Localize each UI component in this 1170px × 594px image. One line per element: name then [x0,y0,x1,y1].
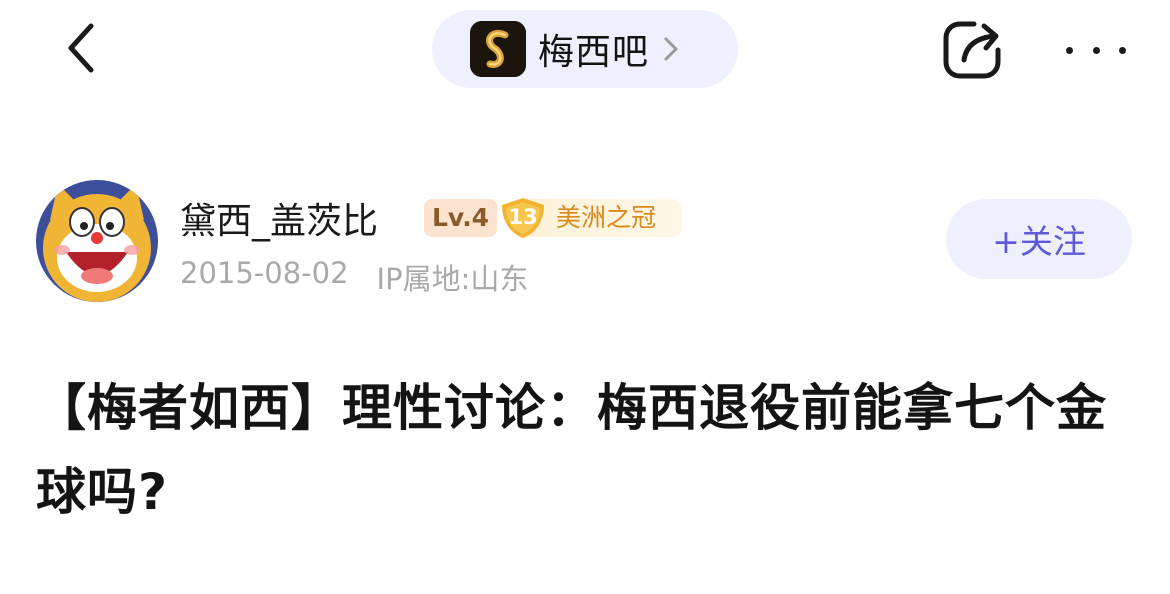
post-date: 2015-08-02 [180,256,349,290]
forum-name: 梅西吧 [538,32,650,73]
more-dots-icon [1119,46,1126,54]
share-icon [943,21,1001,79]
share-button[interactable] [938,16,1006,84]
honor-badge-text: 美洲之冠 [556,203,657,232]
more-dots-icon [1092,46,1100,54]
author-name[interactable]: 黛西_盖茨比 [180,192,378,244]
more-options-button[interactable] [1066,30,1126,70]
forum-entry-button[interactable]: 梅西吧 [432,10,738,88]
ip-location: IP属地:山东 [376,262,529,296]
honor-badge-number: 13 [508,205,538,229]
post-title: 【梅者如西】理性讨论：梅西退役前能拿七个金球吗? [36,379,1107,521]
post-detail-page: 梅西吧 黛西_盖茨比 Lv.4 13 美洲之冠 2015-08-02 IP属地:… [0,0,1170,594]
honor-title-badge: 13 美洲之冠 [500,197,684,239]
back-button[interactable] [56,18,106,78]
follow-button[interactable]: +关注 [946,199,1132,279]
more-dots-icon [1066,46,1073,54]
chevron-right-icon [663,34,683,64]
forum-logo [470,21,526,77]
post-meta: 2015-08-02 IP属地:山东 [180,256,528,298]
chevron-left-icon [68,23,94,73]
level-badge: Lv.4 [424,199,498,237]
avatar[interactable] [36,180,158,302]
